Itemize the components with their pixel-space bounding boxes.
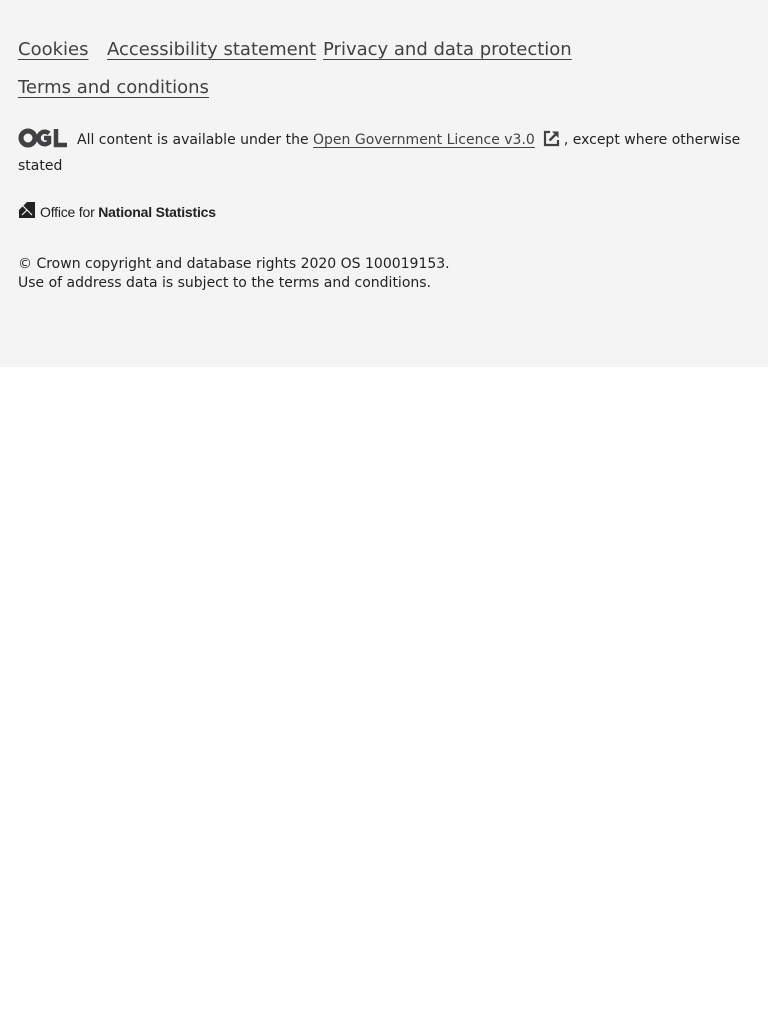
copyright-line: © Crown copyright and database rights 20… — [18, 256, 450, 272]
address-data-terms-line: Use of address data is subject to the te… — [18, 275, 431, 291]
ons-logo-prefix: Office for — [40, 204, 95, 220]
privacy-and-data-protection-link[interactable]: Privacy and data protection — [323, 36, 572, 64]
ons-logo-icon — [18, 201, 36, 223]
external-link-icon[interactable] — [543, 130, 560, 154]
cookies-link[interactable]: Cookies — [18, 36, 88, 64]
ons-logo-name: National Statistics — [98, 204, 216, 220]
copyright-notice: © Crown copyright and database rights 20… — [18, 255, 450, 293]
ons-logo-text: Office for National Statistics — [40, 204, 216, 220]
open-government-licence-link[interactable]: Open Government Licence v3.0 — [313, 132, 535, 148]
ogl-logo-icon — [18, 128, 68, 155]
page-footer: Cookies Accessibility statement Privacy … — [0, 0, 768, 367]
accessibility-statement-link[interactable]: Accessibility statement — [107, 36, 316, 64]
licence-statement: All content is available under the Open … — [18, 128, 748, 177]
licence-prefix: All content is available under the — [77, 132, 309, 148]
terms-and-conditions-link[interactable]: Terms and conditions — [18, 74, 209, 102]
ons-logo[interactable]: Office for National Statistics — [18, 201, 216, 223]
